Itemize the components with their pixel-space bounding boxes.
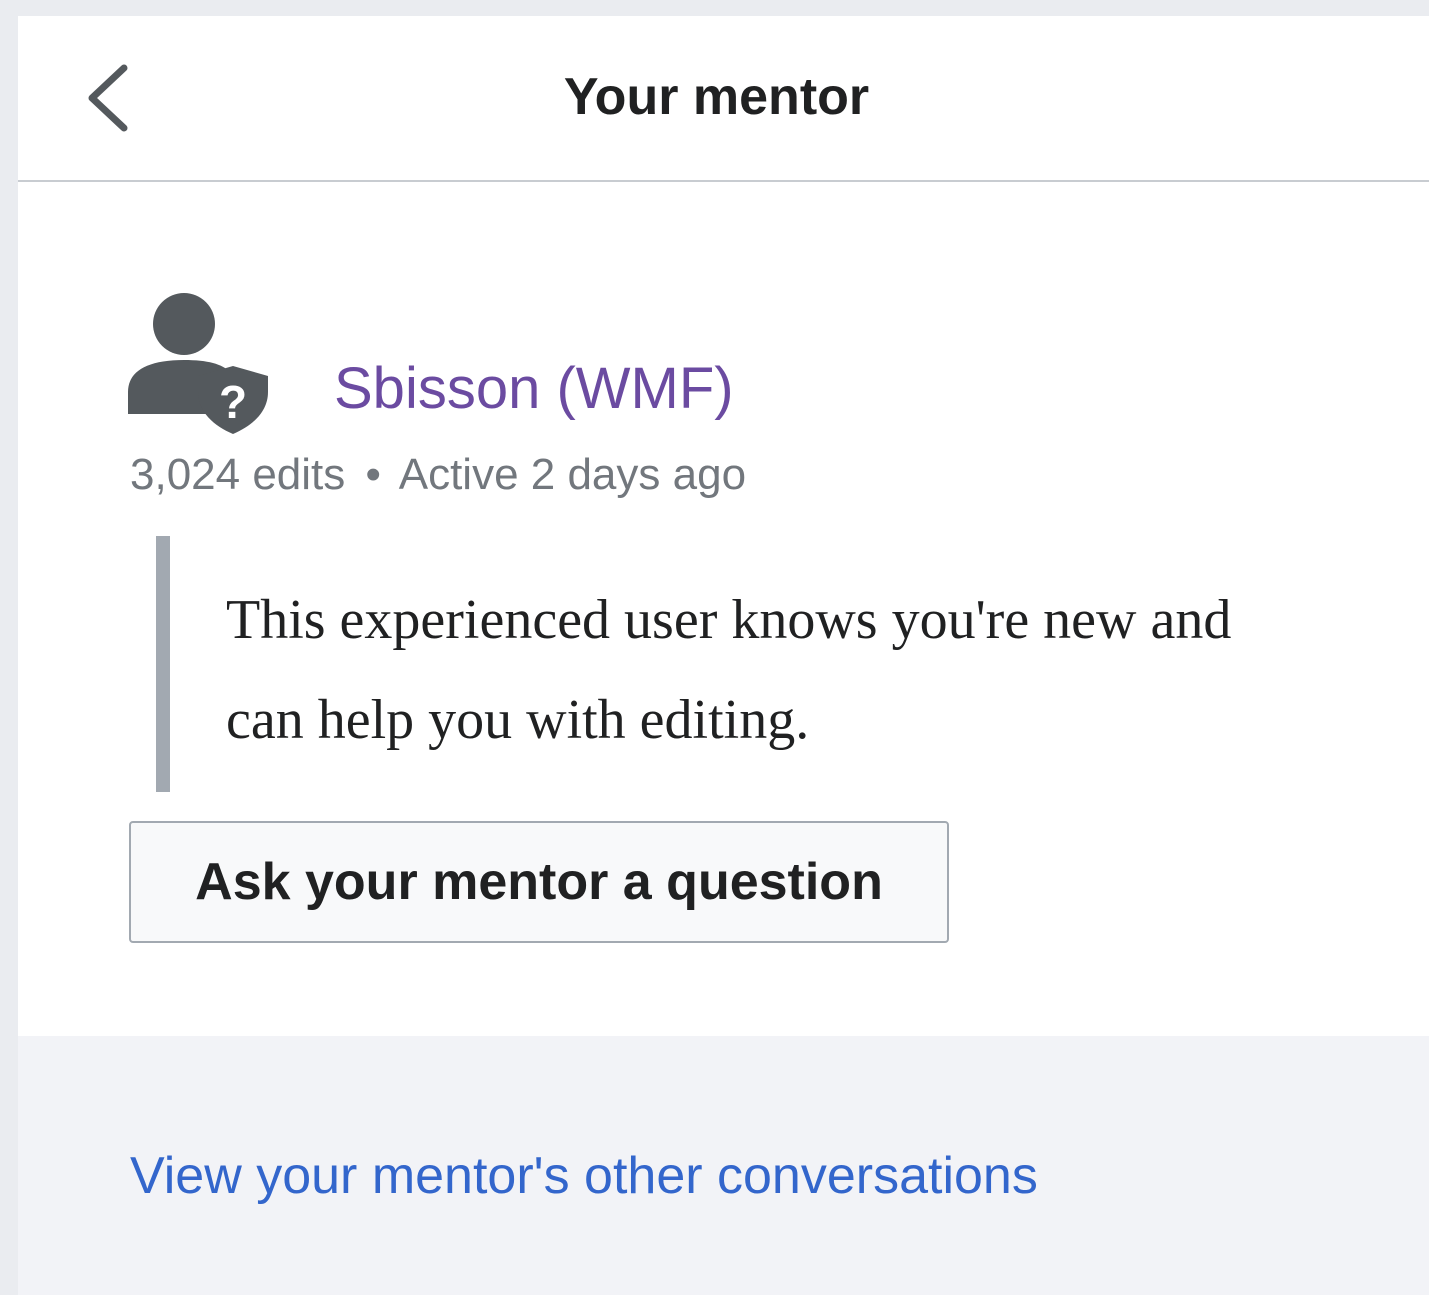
- mentor-description-quote: This experienced user knows you're new a…: [156, 536, 1290, 792]
- mentor-panel: Your mentor ? Sbisson (WMF) 3,024 edits …: [18, 16, 1429, 1295]
- svg-text:?: ?: [219, 376, 247, 428]
- mentor-stats: 3,024 edits • Active 2 days ago: [130, 448, 746, 502]
- mentor-card: ? Sbisson (WMF) 3,024 edits • Active 2 d…: [18, 182, 1429, 1036]
- user-question-icon: ?: [128, 293, 268, 434]
- ask-mentor-button[interactable]: Ask your mentor a question: [129, 821, 949, 943]
- view-conversations-link[interactable]: View your mentor's other conversations: [130, 1144, 1038, 1208]
- mentor-description: This experienced user knows you're new a…: [226, 589, 1232, 751]
- page-title: Your mentor: [563, 68, 870, 126]
- activity-status: Active 2 days ago: [398, 450, 747, 499]
- separator-dot: •: [365, 450, 381, 499]
- header-bar: Your mentor: [18, 16, 1429, 182]
- edit-count: 3,024 edits: [130, 450, 346, 499]
- mentor-name-link[interactable]: Sbisson (WMF): [334, 354, 734, 424]
- footer-section: View your mentor's other conversations: [18, 1036, 1429, 1295]
